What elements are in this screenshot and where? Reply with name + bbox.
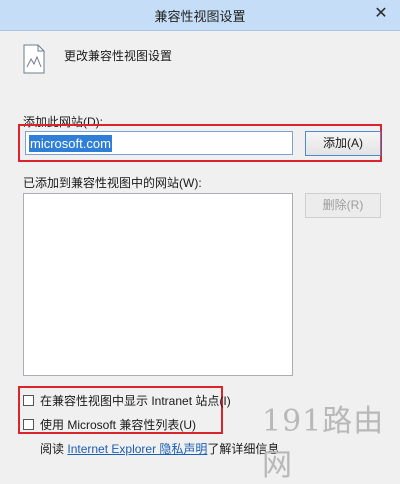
- window-title: 兼容性视图设置: [154, 9, 246, 24]
- added-sites-label: 已添加到兼容性视图中的网站(W):: [23, 176, 202, 190]
- intranet-checkbox[interactable]: [23, 395, 34, 406]
- ms-list-checkbox[interactable]: [23, 419, 34, 430]
- added-sites-list[interactable]: [23, 193, 293, 376]
- page-icon: [23, 44, 45, 74]
- intranet-option-label: 在兼容性视图中显示 Intranet 站点(I): [40, 394, 231, 408]
- remove-button[interactable]: 删除(R): [305, 193, 381, 218]
- footer: 阅读 Internet Explorer 隐私声明了解详细信息: [40, 440, 279, 457]
- privacy-link[interactable]: Internet Explorer 隐私声明: [67, 442, 207, 456]
- footer-prefix: 阅读: [40, 442, 65, 456]
- watermark: 191路由网: [262, 404, 385, 483]
- close-button[interactable]: ✕: [370, 4, 392, 24]
- header-text: 更改兼容性视图设置: [64, 49, 173, 63]
- site-input[interactable]: microsoft.com: [25, 131, 293, 155]
- site-input-value: microsoft.com: [29, 134, 112, 152]
- intranet-option[interactable]: 在兼容性视图中显示 Intranet 站点(I): [23, 392, 231, 409]
- ms-list-option-label: 使用 Microsoft 兼容性列表(U): [40, 418, 197, 432]
- ms-list-option[interactable]: 使用 Microsoft 兼容性列表(U): [23, 416, 196, 433]
- add-button[interactable]: 添加(A): [305, 131, 381, 156]
- title-bar: 兼容性视图设置 ✕: [0, 0, 400, 31]
